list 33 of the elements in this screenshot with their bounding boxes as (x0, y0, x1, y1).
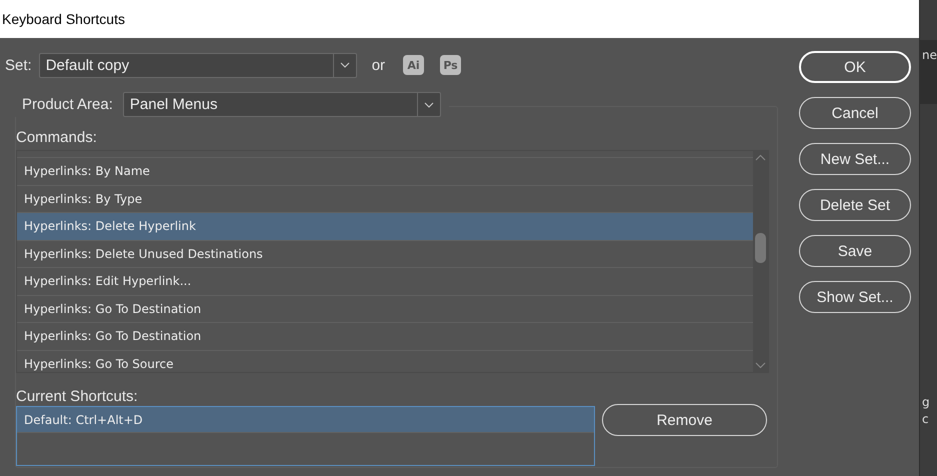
product-area-label: Product Area: (22, 96, 113, 113)
commands-label: Commands: (16, 129, 97, 146)
scrollbar-thumb[interactable] (755, 233, 766, 263)
window-title: Keyboard Shortcuts (2, 11, 125, 27)
command-row[interactable]: Hyperlinks: Go To Destination (17, 323, 753, 350)
scroll-down-icon[interactable] (755, 362, 766, 369)
background-text: g (922, 395, 930, 409)
current-shortcuts-label: Current Shortcuts: (16, 388, 138, 405)
dialog-button[interactable]: Save (799, 235, 911, 267)
dialog-button[interactable]: OK (799, 51, 911, 83)
scroll-up-icon[interactable] (755, 154, 766, 161)
dialog-button[interactable]: Cancel (799, 97, 911, 129)
set-dropdown[interactable]: Default copy (38, 52, 357, 78)
app-badge[interactable]: Ps (440, 55, 462, 75)
command-row[interactable]: Hyperlinks: Go To Destination (17, 296, 753, 323)
background-text: c (922, 412, 929, 426)
chevron-down-icon (340, 62, 350, 68)
product-area-dropdown[interactable]: Panel Menus (122, 92, 441, 117)
dialog-button[interactable]: New Set... (799, 143, 911, 175)
command-row[interactable]: Hyperlinks: Delete Unused Destinations (17, 240, 753, 268)
dialog-button[interactable]: Delete Set (799, 189, 911, 221)
remove-button[interactable]: Remove (602, 404, 767, 436)
set-label: Set: (5, 56, 32, 74)
chevron-down-icon (424, 102, 434, 108)
command-row[interactable]: Hyperlinks: Edit Hyperlink... (17, 268, 753, 296)
command-row[interactable]: Hyperlinks: Delete Hyperlink (17, 213, 753, 240)
app-badge[interactable]: Ai (403, 55, 424, 75)
or-label: or (372, 56, 386, 74)
shortcut-row[interactable]: Default: Ctrl+Alt+D (17, 407, 594, 433)
command-row[interactable]: Hyperlinks: By Name (17, 158, 753, 186)
dialog-button[interactable]: Show Set... (799, 281, 911, 313)
background-text: ne (922, 48, 937, 62)
scrollbar[interactable] (753, 151, 768, 372)
